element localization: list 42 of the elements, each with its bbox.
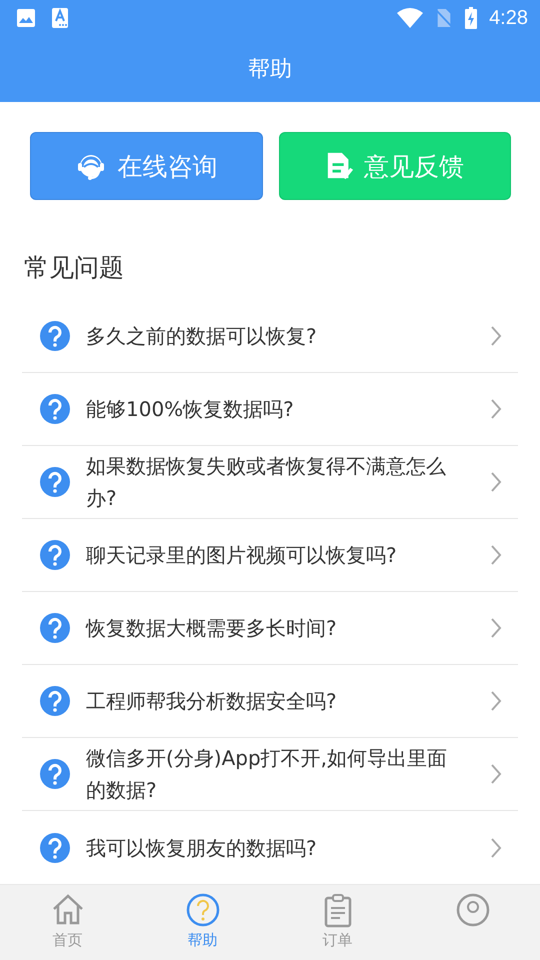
question-icon [186, 893, 220, 929]
chevron-right-icon [490, 617, 502, 639]
question-icon [40, 686, 70, 716]
question-text: 如果数据恢复失败或者恢复得不满意怎么办? [86, 453, 447, 512]
faq-item[interactable]: 多久之前的数据可以恢复? [22, 300, 518, 373]
question-text: 多久之前的数据可以恢复? [86, 323, 318, 350]
faq-item[interactable]: 如果数据恢复失败或者恢复得不满意怎么办? [22, 446, 518, 519]
question-icon [40, 394, 70, 424]
chevron-right-icon [490, 690, 502, 712]
question-icon [40, 832, 70, 862]
question-icon [40, 467, 70, 497]
chevron-right-icon [490, 325, 502, 347]
status-time: 4:28 [489, 6, 528, 30]
font-icon [52, 8, 68, 28]
chevron-right-icon [490, 544, 502, 566]
faq-item[interactable]: 微信多开(分身)App打不开,如何导出里面的数据? [22, 738, 518, 811]
page-title: 帮助 [248, 56, 292, 84]
wifi-icon [397, 8, 424, 28]
question-text: 工程师帮我分析数据安全吗? [86, 688, 338, 715]
question-text: 微信多开(分身)App打不开,如何导出里面的数据? [86, 745, 448, 804]
question-icon [40, 540, 70, 570]
section-heading: 常见问题 [23, 252, 125, 284]
question-icon [40, 759, 70, 789]
faq-item[interactable]: 我可以恢复朋友的数据吗? [22, 811, 518, 884]
no-sim-icon [435, 7, 454, 29]
document-edit-icon [326, 150, 354, 182]
chevron-right-icon [490, 398, 502, 420]
battery-icon [465, 7, 478, 29]
image-icon [16, 8, 36, 28]
question-text: 能够100%恢复数据吗? [86, 396, 295, 423]
chevron-right-icon [490, 471, 502, 493]
question-text: 我可以恢复朋友的数据吗? [86, 834, 318, 862]
faq-item[interactable]: 工程师帮我分析数据安全吗? [22, 665, 518, 738]
faq-item[interactable]: 能够100%恢复数据吗? [22, 373, 518, 446]
question-text: 聊天记录里的图片视频可以恢复吗? [86, 542, 398, 569]
faq-item[interactable]: 恢复数据大概需要多长时间? [22, 592, 518, 665]
chevron-right-icon [490, 763, 502, 785]
question-text: 恢复数据大概需要多长时间? [86, 615, 338, 642]
question-icon [40, 613, 70, 643]
faq-item[interactable]: 聊天记录里的图片视频可以恢复吗? [22, 519, 518, 592]
question-icon [40, 321, 70, 351]
chevron-right-icon [490, 836, 502, 858]
